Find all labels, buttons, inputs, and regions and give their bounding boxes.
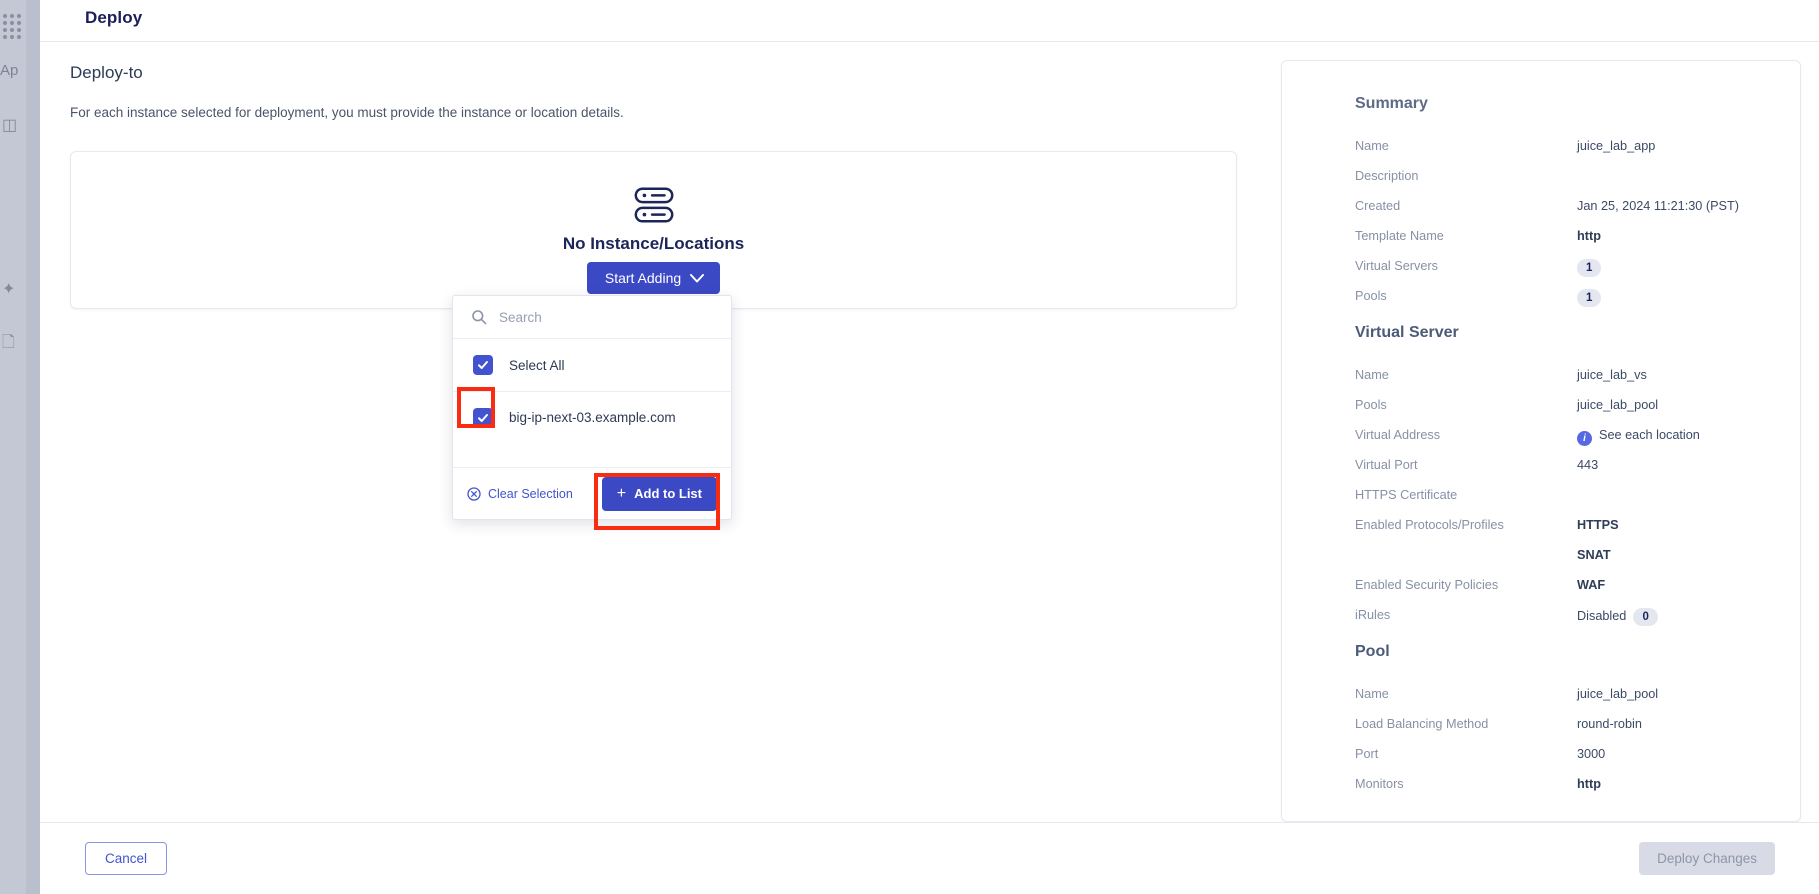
row-value: WAF — [1577, 578, 1606, 592]
row-key: iRules — [1355, 608, 1391, 622]
document-icon: 🗋 — [2, 334, 15, 351]
row-key: Template Name — [1355, 229, 1444, 243]
row-key: Created — [1355, 199, 1401, 213]
chevron-down-icon — [690, 273, 705, 282]
row-value: Disabled 0 — [1577, 608, 1658, 626]
row-value: SNAT — [1577, 548, 1611, 562]
modal-body: Deploy-to For each instance selected for… — [40, 43, 1819, 822]
dropdown-footer: Clear Selection + Add to List — [453, 467, 731, 519]
row-value: juice_lab_app — [1577, 139, 1656, 153]
instance-select-dropdown: Select All big-ip-next-03.example.com Cl… — [452, 295, 732, 520]
row-key: Name — [1355, 139, 1389, 153]
modal-footer: Cancel Deploy Changes — [40, 822, 1819, 894]
row-value: 1 — [1577, 259, 1602, 277]
empty-state-title: No Instance/Locations — [562, 234, 745, 253]
page-title: Deploy — [85, 8, 143, 27]
background-sidebar-edge — [26, 0, 40, 894]
background-sidebar-rail — [0, 0, 26, 894]
row-key: Name — [1355, 687, 1389, 701]
row-key: Virtual Port — [1355, 458, 1418, 472]
row-key: Pools — [1355, 289, 1387, 303]
row-key: Load Balancing Method — [1355, 717, 1489, 731]
row-value: i See each location — [1577, 428, 1700, 446]
row-key: Virtual Address — [1355, 428, 1441, 442]
search-icon — [472, 310, 487, 325]
row-value: 443 — [1577, 458, 1599, 472]
select-all-checkbox[interactable] — [473, 355, 493, 375]
background-nav-label: Ap — [0, 62, 19, 79]
row-value: HTTPS — [1577, 518, 1619, 532]
clear-selection-button[interactable]: Clear Selection — [467, 487, 573, 501]
summary-heading: Summary — [1355, 95, 1428, 112]
dropdown-search-row — [453, 296, 731, 339]
pool-heading: Pool — [1355, 643, 1390, 660]
select-all-label: Select All — [509, 357, 565, 373]
row-key: Enabled Security Policies — [1355, 578, 1499, 592]
add-to-list-label: Add to List — [634, 486, 702, 501]
search-input[interactable] — [499, 309, 689, 325]
virtual-server-heading: Virtual Server — [1355, 324, 1459, 341]
info-icon: i — [1577, 431, 1592, 446]
row-value: 1 — [1577, 289, 1602, 307]
row-value: http — [1577, 777, 1601, 791]
select-all-row[interactable]: Select All — [453, 339, 731, 391]
status-badge: 1 — [1577, 289, 1602, 307]
row-value-text: Disabled — [1577, 609, 1627, 623]
section-title: Deploy-to — [70, 63, 143, 82]
cancel-button[interactable]: Cancel — [85, 842, 168, 875]
deploy-changes-button[interactable]: Deploy Changes — [1639, 842, 1775, 875]
row-key: Pools — [1355, 398, 1387, 412]
cubes-icon: ◫ — [2, 117, 18, 134]
row-value: juice_lab_pool — [1577, 687, 1659, 701]
row-value: http — [1577, 229, 1601, 243]
row-value: Jan 25, 2024 11:21:30 (PST) — [1577, 199, 1739, 213]
plus-icon: + — [616, 484, 627, 502]
summary-panel: Summary Name juice_lab_app Description C… — [1281, 60, 1801, 822]
row-key: Enabled Protocols/Profiles — [1355, 518, 1504, 532]
check-icon — [478, 413, 488, 422]
check-icon — [478, 361, 488, 369]
add-to-list-button[interactable]: + Add to List — [601, 476, 717, 511]
row-value: 3000 — [1577, 747, 1606, 761]
row-key: Monitors — [1355, 777, 1404, 791]
start-adding-button[interactable]: Start Adding — [586, 262, 721, 294]
start-adding-label: Start Adding — [604, 270, 682, 286]
row-key: Name — [1355, 368, 1389, 382]
row-key: HTTPS Certificate — [1355, 488, 1458, 502]
row-value: round-robin — [1577, 717, 1642, 731]
grid-dots-icon — [3, 14, 25, 44]
instances-empty-card: No Instance/Locations Start Adding — [70, 151, 1237, 309]
row-value: juice_lab_vs — [1577, 368, 1647, 382]
clear-circle-x-icon — [467, 486, 481, 501]
status-badge: 1 — [1577, 259, 1602, 277]
irules-count-badge: 0 — [1633, 608, 1658, 626]
row-value-text: See each location — [1599, 428, 1700, 442]
clear-selection-label: Clear Selection — [488, 486, 573, 501]
deploy-modal: Deploy Deploy-to For each instance selec… — [40, 0, 1819, 894]
instance-label: big-ip-next-03.example.com — [509, 410, 676, 425]
sparkle-icon: ✦ — [2, 281, 16, 298]
row-key: Description — [1355, 169, 1419, 183]
section-description: For each instance selected for deploymen… — [70, 105, 624, 120]
row-key: Port — [1355, 747, 1379, 761]
server-stack-icon — [634, 187, 673, 223]
instance-checkbox[interactable] — [473, 407, 493, 428]
screen: Ap ◫ ✦ 🗋 Deploy Deploy-to For each insta… — [0, 0, 1819, 894]
row-key: Virtual Servers — [1355, 259, 1438, 273]
list-item[interactable]: big-ip-next-03.example.com — [453, 391, 731, 443]
modal-header: Deploy — [40, 0, 1819, 42]
row-value: juice_lab_pool — [1577, 398, 1659, 412]
